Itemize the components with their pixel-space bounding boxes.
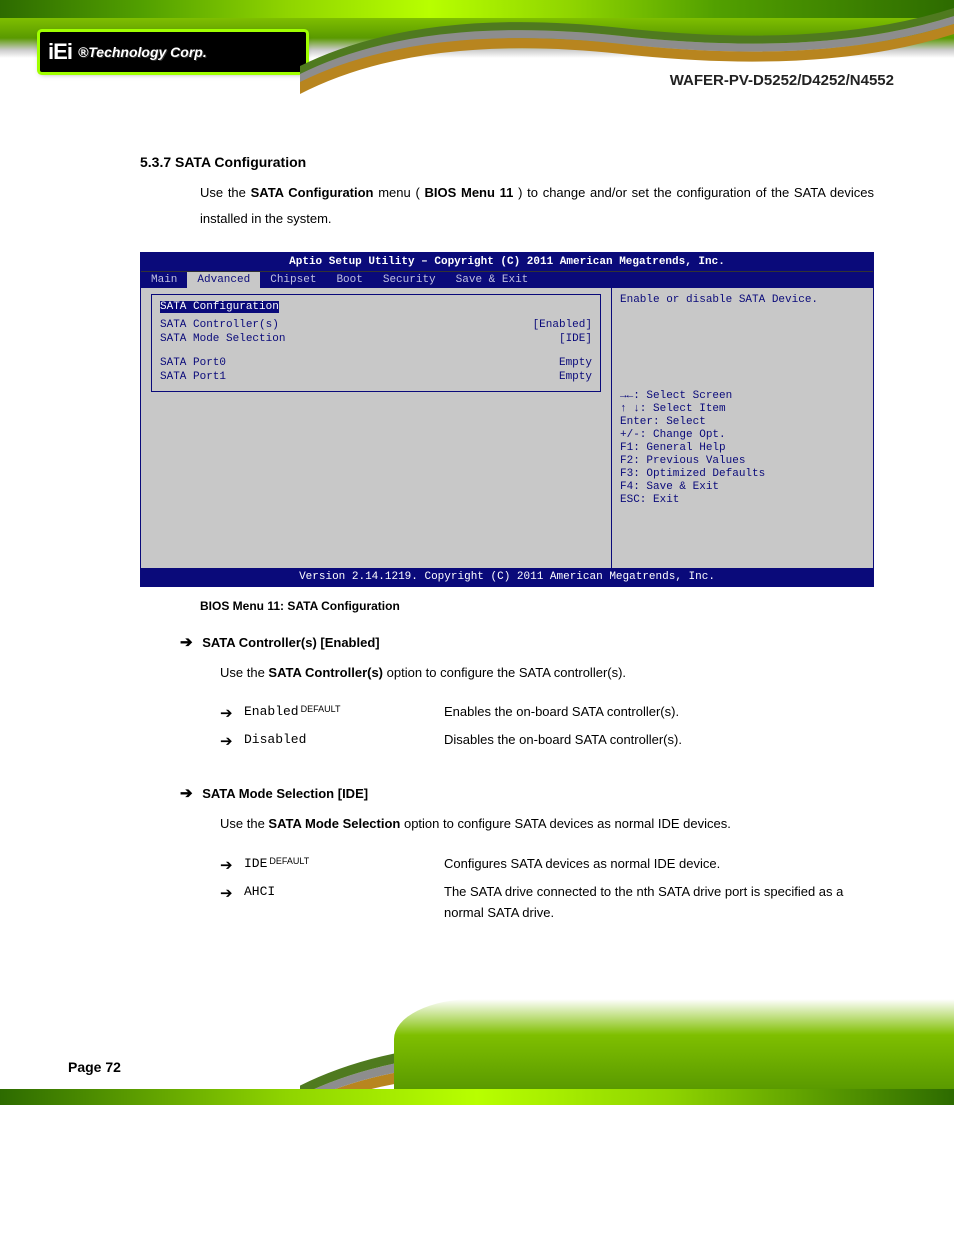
- bios-screenshot: Aptio Setup Utility – Copyright (C) 2011…: [140, 252, 874, 587]
- option-value-name: Disabled: [244, 730, 444, 754]
- option-value-row: ➔AHCIThe SATA drive connected to the nth…: [220, 882, 874, 924]
- bios-port-row: SATA Port1 Empty: [160, 371, 592, 383]
- section-heading: 5.3.7 SATA Configuration: [140, 154, 874, 170]
- intro-text: Use the: [200, 185, 251, 200]
- footer-band: Page 72: [0, 965, 954, 1105]
- bios-key-hint: F1: General Help: [620, 442, 865, 454]
- page-number: Page 72: [68, 1059, 121, 1075]
- document-title: WAFER-PV-D5252/D4252/N4552: [670, 72, 894, 89]
- option-value-row: ➔DisabledDisables the on-board SATA cont…: [220, 730, 874, 754]
- arrow-right-icon: ➔: [220, 854, 244, 878]
- bios-config-row: SATA Controller(s) [Enabled]: [160, 319, 592, 331]
- bios-key-hint: +/-: Change Opt.: [620, 429, 865, 441]
- bios-help-text: Enable or disable SATA Device.: [620, 294, 865, 389]
- bios-row-key: SATA Mode Selection: [160, 333, 285, 345]
- option-heading: ➔ SATA Mode Selection [IDE]: [180, 784, 874, 802]
- option-heading: ➔ SATA Controller(s) [Enabled]: [180, 633, 874, 651]
- bios-left-panel: SATA Configuration SATA Controller(s) [En…: [141, 288, 612, 568]
- bios-tab-advanced: Advanced: [187, 272, 260, 288]
- arrow-right-icon: ➔: [180, 634, 193, 651]
- bios-tab-boot: Boot: [326, 272, 372, 288]
- intro-ref: BIOS Menu 11: [425, 185, 514, 200]
- logo-subtext: ®Technology Corp.: [78, 44, 207, 60]
- bios-config-row: SATA Mode Selection [IDE]: [160, 333, 592, 345]
- bios-help-panel: Enable or disable SATA Device. →←: Selec…: [612, 288, 873, 568]
- arrow-right-icon: ➔: [180, 785, 193, 802]
- bios-panel-heading: SATA Configuration: [160, 301, 279, 313]
- bios-key-hint: F3: Optimized Defaults: [620, 468, 865, 480]
- option-value-row: ➔IDEDEFAULTConfigures SATA devices as no…: [220, 854, 874, 878]
- option-intro: Use the SATA Mode Selection option to co…: [220, 812, 874, 835]
- bios-port-value: Empty: [559, 371, 592, 383]
- option-value-name: EnabledDEFAULT: [244, 702, 444, 726]
- bios-config-box: SATA Configuration SATA Controller(s) [En…: [151, 294, 601, 392]
- bios-port-value: Empty: [559, 357, 592, 369]
- bios-tab-main: Main: [141, 272, 187, 288]
- brand-logo: iEi ®Technology Corp.: [40, 32, 306, 72]
- arrow-right-icon: ➔: [220, 702, 244, 726]
- bios-row-value: [IDE]: [559, 333, 592, 345]
- bios-title-bar: Aptio Setup Utility – Copyright (C) 2011…: [141, 253, 873, 271]
- bios-menu-bar: MainAdvancedChipsetBootSecuritySave & Ex…: [141, 271, 873, 288]
- intro-menu-name: SATA Configuration: [251, 185, 374, 200]
- bios-key-hint: ↑ ↓: Select Item: [620, 403, 865, 415]
- option-value-desc: The SATA drive connected to the nth SATA…: [444, 882, 874, 924]
- option-value-desc: Disables the on-board SATA controller(s)…: [444, 730, 874, 754]
- option-value-name: IDEDEFAULT: [244, 854, 444, 878]
- arrow-right-icon: ➔: [220, 882, 244, 924]
- bios-key-hint: Enter: Select: [620, 416, 865, 428]
- bios-key-hint: →←: Select Screen: [620, 390, 865, 402]
- option-value-desc: Enables the on-board SATA controller(s).: [444, 702, 874, 726]
- bios-tab-save-exit: Save & Exit: [446, 272, 539, 288]
- bios-row-value: [Enabled]: [533, 319, 592, 331]
- bios-key-legend: →←: Select Screen↑ ↓: Select ItemEnter: …: [620, 390, 865, 506]
- bios-key-hint: ESC: Exit: [620, 494, 865, 506]
- bios-footer: Version 2.14.1219. Copyright (C) 2011 Am…: [141, 568, 873, 586]
- footer-pcb-art: [394, 999, 954, 1089]
- header-band: iEi ®Technology Corp. WAFER-PV-D5252/D42…: [0, 0, 954, 140]
- option-intro: Use the SATA Controller(s) option to con…: [220, 661, 874, 684]
- arrow-right-icon: ➔: [220, 730, 244, 754]
- intro-paragraph: Use the SATA Configuration menu ( BIOS M…: [200, 180, 874, 232]
- option-value-name: AHCI: [244, 882, 444, 924]
- bios-body: SATA Configuration SATA Controller(s) [En…: [141, 288, 873, 568]
- option-value-desc: Configures SATA devices as normal IDE de…: [444, 854, 874, 878]
- bios-port-key: SATA Port0: [160, 357, 226, 369]
- bios-row-key: SATA Controller(s): [160, 319, 279, 331]
- bios-key-hint: F2: Previous Values: [620, 455, 865, 467]
- bottom-green-stripe: [0, 1089, 954, 1105]
- intro-text-mid: menu (: [378, 185, 420, 200]
- bios-key-hint: F4: Save & Exit: [620, 481, 865, 493]
- figure-caption: BIOS Menu 11: SATA Configuration: [200, 599, 874, 613]
- bios-tab-chipset: Chipset: [260, 272, 326, 288]
- page-content: 5.3.7 SATA Configuration Use the SATA Co…: [0, 140, 954, 955]
- option-value-row: ➔EnabledDEFAULTEnables the on-board SATA…: [220, 702, 874, 726]
- bios-tab-security: Security: [373, 272, 446, 288]
- logo-text: iEi: [48, 39, 72, 65]
- bios-port-row: SATA Port0 Empty: [160, 357, 592, 369]
- bios-port-key: SATA Port1: [160, 371, 226, 383]
